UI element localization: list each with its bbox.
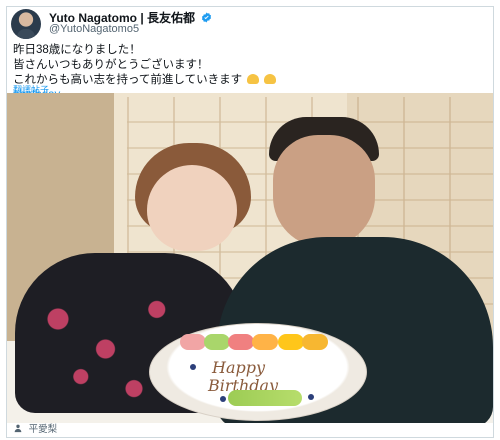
kiwi-garnish — [228, 390, 302, 406]
cake-fruit-row — [180, 334, 340, 360]
tagged-user-name[interactable]: 平愛梨 — [29, 424, 58, 435]
tweet-line-1: 昨日38歳になりました！ — [13, 44, 141, 56]
tweet-line-2: 皆さんいつもありがとうございます！ — [13, 59, 209, 71]
mango-slice — [252, 334, 278, 350]
flexed-biceps-icon — [264, 74, 277, 84]
avatar[interactable] — [11, 9, 41, 39]
birthday-cake-plate: Happy Birthday — [149, 323, 367, 421]
tweet-header: Yuto Nagatomo | 長友佑都 @YutoNagatomo5 — [11, 9, 487, 39]
cake-text-happy: Happy — [212, 358, 266, 377]
strawberry-slice — [228, 334, 254, 350]
flexed-biceps-icon — [247, 74, 260, 84]
photo-tag[interactable]: 平愛梨 — [13, 421, 57, 435]
user-handle[interactable]: @YutoNagatomo5 — [49, 23, 139, 35]
blueberry — [220, 396, 226, 402]
strawberry-slice — [180, 334, 206, 350]
tweet-photo[interactable]: Happy Birthday — [7, 93, 493, 423]
mango-slice — [302, 334, 328, 350]
man-face — [273, 135, 375, 247]
tweet-card: Yuto Nagatomo | 長友佑都 @YutoNagatomo5 昨日38… — [6, 6, 494, 438]
tweet-line-3: これからも高い志を持って前進していきます — [13, 73, 277, 88]
blueberry — [190, 364, 196, 370]
mango-slice — [278, 334, 304, 350]
blueberry — [308, 394, 314, 400]
user-icon — [14, 424, 22, 433]
kiwi-slice — [204, 334, 230, 350]
verified-badge-icon — [202, 12, 212, 23]
